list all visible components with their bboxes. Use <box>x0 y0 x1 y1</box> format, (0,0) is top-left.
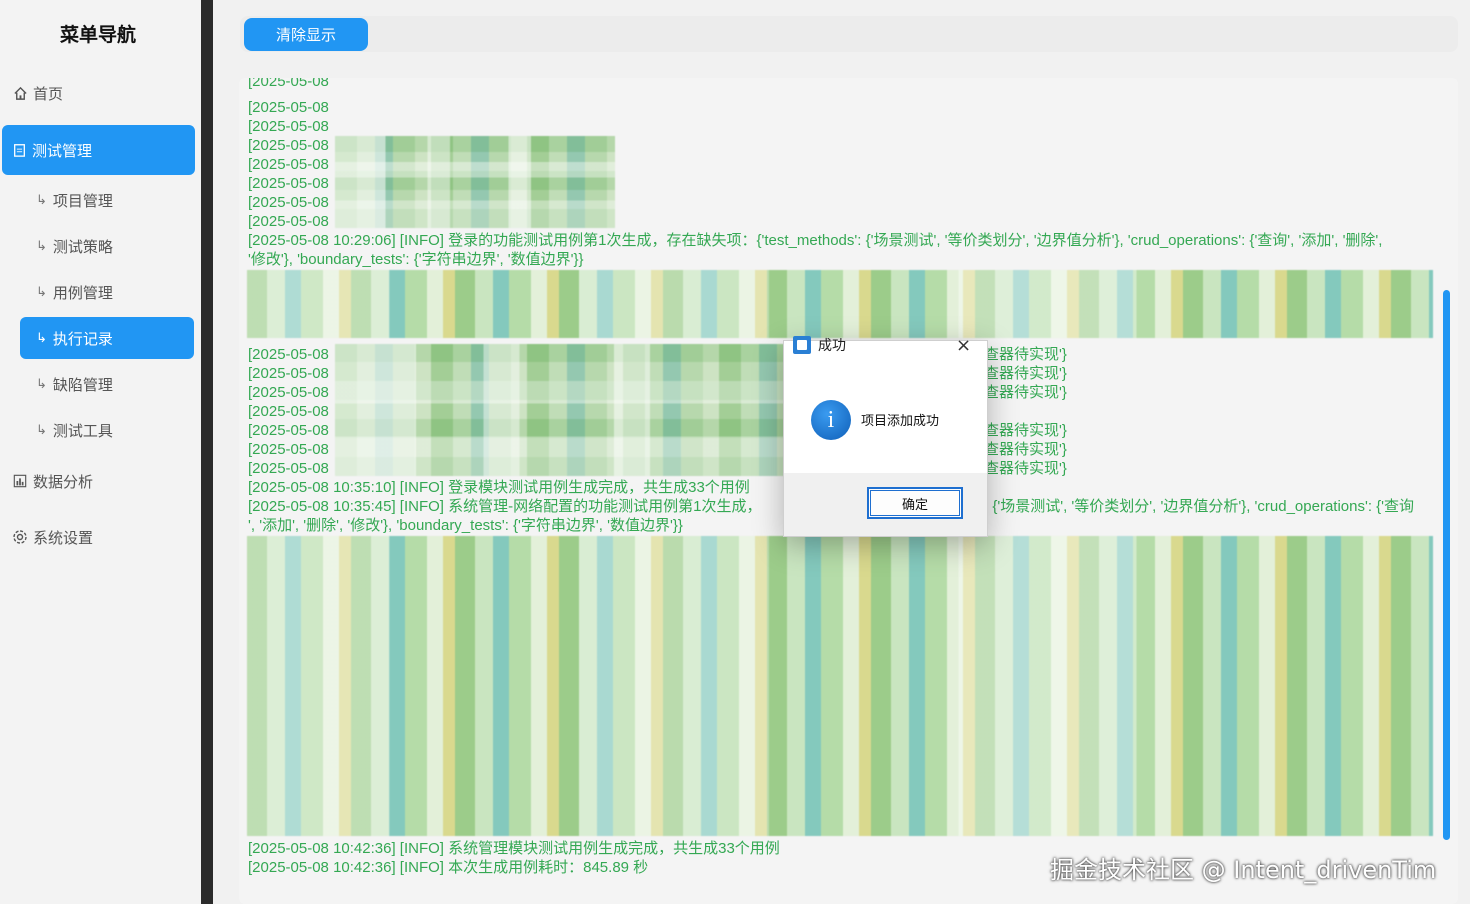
sidebar-item-test-management[interactable]: 测试管理 <box>2 125 195 175</box>
sidebar-subitem-tools[interactable]: ↳ 测试工具 <box>20 409 194 451</box>
success-dialog: 成功 × i 项目添加成功 确定 <box>783 335 988 537</box>
log-line: [2025-05-08 <box>248 346 329 363</box>
home-icon <box>12 85 28 101</box>
sidebar-item-label: 首页 <box>33 84 64 103</box>
sidebar-item-analytics[interactable]: 数据分析 <box>10 461 196 501</box>
log-line: [2025-05-08 <box>248 384 329 401</box>
sidebar-subitem-cases[interactable]: ↳ 用例管理 <box>20 271 194 313</box>
close-icon[interactable]: × <box>956 335 971 356</box>
sidebar-item-label: 数据分析 <box>33 472 94 491</box>
clear-display-button[interactable]: 清除显示 <box>244 18 368 51</box>
sidebar-item-label: 系统设置 <box>33 528 94 547</box>
log-line: [2025-05-08 <box>248 422 329 439</box>
sidebar-subitem-projects[interactable]: ↳ 项目管理 <box>20 179 194 221</box>
log-line: [2025-05-08 <box>248 403 329 420</box>
sub-arrow-icon: ↳ <box>36 284 47 300</box>
sidebar-title: 菜单导航 <box>59 24 136 46</box>
sidebar-item-settings[interactable]: 系统设置 <box>10 517 196 557</box>
redacted-block <box>247 270 1433 338</box>
info-icon: i <box>811 400 851 440</box>
log-line-fragment: 查器待实现'} <box>984 346 1067 363</box>
log-line: [2025-05-08 10:29:06] [INFO] 登录的功能测试用例第1… <box>248 232 1383 249</box>
log-line-fragment: 查器待实现'} <box>984 422 1067 439</box>
log-line: [2025-05-08 10:42:36] [INFO] 系统管理模块测试用例生… <box>248 840 780 857</box>
sidebar-subitem-label: 项目管理 <box>52 191 113 210</box>
log-line: [2025-05-08 <box>248 460 329 477</box>
log-line: ', '添加', '删除', '修改'}, 'boundary_tests': … <box>248 517 683 534</box>
sub-arrow-icon: ↳ <box>36 376 47 392</box>
log-line: [2025-05-08 <box>248 194 329 211</box>
dialog-body: i 项目添加成功 <box>784 365 987 473</box>
dialog-footer: 确定 <box>784 473 987 536</box>
sub-arrow-icon: ↳ <box>36 330 47 346</box>
log-scrollbar[interactable] <box>1443 290 1450 840</box>
sidebar-subitem-label: 用例管理 <box>52 283 113 302</box>
toolbar: 清除显示 <box>240 16 1458 52</box>
sidebar-subitem-label: 测试策略 <box>52 237 113 256</box>
dialog-titlebar: 成功 × <box>784 335 987 365</box>
log-line: [2025-05-08 10:42:36] [INFO] 本次生成用例耗时：84… <box>248 859 649 876</box>
redacted-block <box>247 536 1433 836</box>
sub-arrow-icon: ↳ <box>36 192 47 208</box>
log-line: [2025-05-08 <box>248 213 329 230</box>
log-line: [2025-05-08 <box>248 156 329 173</box>
log-line: '修改'}, 'boundary_tests': {'字符串边界', '数值边界… <box>248 251 584 268</box>
sidebar-subitem-execution-records[interactable]: ↳ 执行记录 <box>20 317 194 359</box>
sidebar-subitem-label: 执行记录 <box>52 329 113 348</box>
app-window-icon <box>793 336 811 354</box>
sidebar-subitem-label: 缺陷管理 <box>52 375 113 394</box>
sidebar-divider <box>201 0 213 904</box>
redacted-block <box>335 344 785 476</box>
sidebar-subitem-defects[interactable]: ↳ 缺陷管理 <box>20 363 194 405</box>
watermark: 掘金技术社区 @ Intent_drivenTim <box>1050 856 1437 884</box>
log-line: [2025-05-08 <box>248 441 329 458</box>
log-line-partial: [2025-05-08 <box>248 78 329 90</box>
sub-arrow-icon: ↳ <box>36 422 47 438</box>
log-line: [2025-05-08 <box>248 99 329 116</box>
log-line: [2025-05-08 10:35:10] [INFO] 登录模块测试用例生成完… <box>248 479 750 496</box>
log-line: [2025-05-08 <box>248 137 329 154</box>
sidebar: 菜单导航 首页 测试管理 ↳ 项目管理 ↳ 测试策略 ↳ 用例管理 ↳ 执行记录… <box>0 0 201 904</box>
sidebar-subitem-strategy[interactable]: ↳ 测试策略 <box>20 225 194 267</box>
clipboard-icon <box>11 142 27 158</box>
log-line-fragment: 查器待实现'} <box>984 365 1067 382</box>
log-line-fragment: 查器待实现'} <box>984 384 1067 401</box>
sidebar-item-label: 测试管理 <box>32 141 93 160</box>
log-line: [2025-05-08 10:35:45] [INFO] 系统管理-网络配置的功… <box>248 498 762 515</box>
log-line-fragment: 查器待实现'} <box>984 460 1067 477</box>
log-line-fragment: 查器待实现'} <box>984 441 1067 458</box>
dialog-message: 项目添加成功 <box>861 414 940 429</box>
sub-arrow-icon: ↳ <box>36 238 47 254</box>
gear-icon <box>12 529 28 545</box>
sidebar-item-home[interactable]: 首页 <box>10 73 196 113</box>
log-line: [2025-05-08 <box>248 118 329 135</box>
ok-button[interactable]: 确定 <box>867 487 963 519</box>
log-line: [2025-05-08 <box>248 175 329 192</box>
bar-chart-icon <box>12 473 28 489</box>
dialog-title: 成功 <box>818 338 846 354</box>
log-line-fragment: : {'场景测试', '等价类划分', '边界值分析'}, 'crud_oper… <box>984 498 1415 515</box>
redacted-block <box>335 136 615 228</box>
log-line: [2025-05-08 <box>248 365 329 382</box>
sidebar-subitem-label: 测试工具 <box>52 421 113 440</box>
